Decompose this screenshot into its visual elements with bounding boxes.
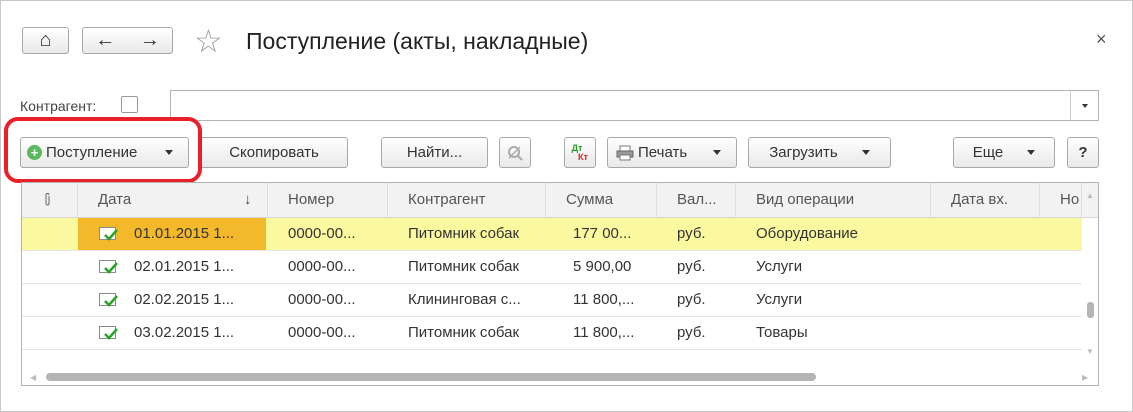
more-label: Еще bbox=[972, 144, 1004, 161]
cell-contractor: Питомник собак bbox=[408, 225, 520, 242]
cell-operation: Оборудование bbox=[756, 225, 859, 242]
header-contractor-label: Контрагент bbox=[408, 191, 486, 208]
cell-contractor: Питомник собак bbox=[408, 258, 520, 275]
find-button[interactable]: Найти... bbox=[381, 137, 488, 168]
header-date-label: Дата bbox=[98, 191, 132, 208]
contractor-filter-label: Контрагент: bbox=[20, 98, 97, 114]
horizontal-scrollbar[interactable]: ◀ ▶ bbox=[22, 369, 1098, 385]
print-button[interactable]: Печать bbox=[607, 137, 737, 168]
table-header: Дата ↓ Номер Контрагент Сумма Вал... Вид… bbox=[22, 183, 1098, 218]
vertical-scrollbar[interactable]: ▲ ▼ bbox=[1082, 191, 1098, 385]
chevron-down-icon[interactable] bbox=[1070, 91, 1098, 120]
header-operation-label: Вид операции bbox=[756, 191, 855, 208]
cell-number: 0000-00... bbox=[288, 225, 356, 242]
help-label: ? bbox=[1078, 144, 1088, 161]
sort-down-icon: ↓ bbox=[244, 191, 252, 208]
header-contractor[interactable]: Контрагент bbox=[388, 183, 546, 217]
cell-currency: руб. bbox=[677, 258, 706, 275]
star-icon[interactable]: ☆ bbox=[194, 22, 223, 60]
vertical-scroll-thumb[interactable] bbox=[1087, 302, 1094, 318]
load-button[interactable]: Загрузить bbox=[748, 137, 891, 168]
header-number-label: Номер bbox=[288, 191, 335, 208]
header-date-in-label: Дата вх. bbox=[951, 191, 1009, 208]
posted-document-icon bbox=[99, 260, 118, 274]
cell-operation: Услуги bbox=[756, 258, 803, 275]
close-icon[interactable]: × bbox=[1096, 29, 1107, 50]
load-label: Загрузить bbox=[769, 144, 838, 161]
horizontal-scroll-thumb[interactable] bbox=[46, 373, 816, 381]
page-title: Поступление (акты, накладные) bbox=[246, 28, 589, 54]
back-icon[interactable]: ← bbox=[95, 29, 115, 52]
cell-sum: 177 00... bbox=[573, 225, 632, 242]
scroll-up-icon[interactable]: ▲ bbox=[1086, 191, 1094, 200]
nav-buttons-group: ← → bbox=[82, 27, 173, 54]
header-sum-label: Сумма bbox=[566, 191, 614, 208]
contractor-filter-checkbox[interactable] bbox=[121, 96, 138, 113]
table-row[interactable]: 02.02.2015 1... 0000-00... Клининговая с… bbox=[22, 284, 1082, 317]
cell-contractor: Клининговая с... bbox=[408, 291, 521, 308]
chevron-down-icon bbox=[713, 150, 722, 155]
print-label: Печать bbox=[638, 144, 688, 161]
cell-number: 0000-00... bbox=[288, 291, 356, 308]
cell-date: 02.01.2015 1... bbox=[134, 258, 235, 275]
posted-document-icon bbox=[99, 293, 118, 307]
header-number[interactable]: Номер bbox=[268, 183, 388, 217]
header-operation[interactable]: Вид операции bbox=[736, 183, 931, 217]
header-currency[interactable]: Вал... bbox=[657, 183, 736, 217]
header-number-in[interactable]: Но bbox=[1040, 183, 1082, 217]
cancel-search-icon bbox=[508, 145, 523, 161]
find-label: Найти... bbox=[406, 144, 463, 161]
cell-date: 02.02.2015 1... bbox=[134, 291, 235, 308]
forward-icon[interactable]: → bbox=[140, 29, 160, 52]
cell-number: 0000-00... bbox=[288, 324, 356, 341]
paperclip-icon bbox=[45, 193, 50, 206]
cell-sum: 5 900,00 bbox=[573, 258, 632, 275]
chevron-down-icon bbox=[861, 150, 870, 155]
cell-date: 01.01.2015 1... bbox=[134, 225, 235, 242]
table-row[interactable]: 02.01.2015 1... 0000-00... Питомник соба… bbox=[22, 251, 1082, 284]
cell-date: 03.02.2015 1... bbox=[134, 324, 235, 341]
chevron-down-icon bbox=[1027, 150, 1036, 155]
scroll-left-icon[interactable]: ◀ bbox=[30, 373, 36, 382]
table-row[interactable]: 01.01.2015 1... 0000-00... Питомник соба… bbox=[22, 218, 1082, 251]
header-currency-label: Вал... bbox=[677, 191, 717, 208]
cell-operation: Товары bbox=[756, 324, 808, 341]
posted-document-icon bbox=[99, 326, 118, 340]
table-row[interactable]: 03.02.2015 1... 0000-00... Питомник соба… bbox=[22, 317, 1082, 350]
help-button[interactable]: ? bbox=[1067, 137, 1099, 168]
cell-sum: 11 800,... bbox=[573, 324, 635, 341]
cancel-search-button[interactable] bbox=[499, 137, 531, 168]
cell-currency: руб. bbox=[677, 225, 706, 242]
annotation-highlight bbox=[4, 117, 202, 183]
header-date-in[interactable]: Дата вх. bbox=[931, 183, 1040, 217]
copy-label: Скопировать bbox=[229, 144, 319, 161]
header-sum[interactable]: Сумма bbox=[546, 183, 657, 217]
scroll-right-icon[interactable]: ▶ bbox=[1082, 373, 1088, 382]
home-icon: ⌂ bbox=[39, 29, 52, 51]
more-button[interactable]: Еще bbox=[953, 137, 1055, 168]
cell-number: 0000-00... bbox=[288, 258, 356, 275]
kt-icon: Кт bbox=[578, 151, 588, 162]
dt-kt-button[interactable]: Дт Кт bbox=[564, 137, 596, 168]
cell-contractor: Питомник собак bbox=[408, 324, 520, 341]
copy-button[interactable]: Скопировать bbox=[200, 137, 348, 168]
posted-document-icon bbox=[99, 227, 118, 241]
cell-sum: 11 800,... bbox=[573, 291, 635, 308]
documents-table[interactable]: Дата ↓ Номер Контрагент Сумма Вал... Вид… bbox=[21, 182, 1099, 386]
header-attachment[interactable] bbox=[22, 183, 78, 217]
contractor-filter-input[interactable] bbox=[170, 90, 1099, 121]
cell-currency: руб. bbox=[677, 324, 706, 341]
home-button[interactable]: ⌂ bbox=[22, 27, 69, 54]
cell-operation: Услуги bbox=[756, 291, 803, 308]
printer-icon bbox=[616, 145, 634, 160]
header-date[interactable]: Дата ↓ bbox=[78, 183, 268, 217]
header-number-in-label: Но bbox=[1060, 191, 1080, 208]
cell-currency: руб. bbox=[677, 291, 706, 308]
scroll-down-icon[interactable]: ▼ bbox=[1086, 347, 1094, 356]
